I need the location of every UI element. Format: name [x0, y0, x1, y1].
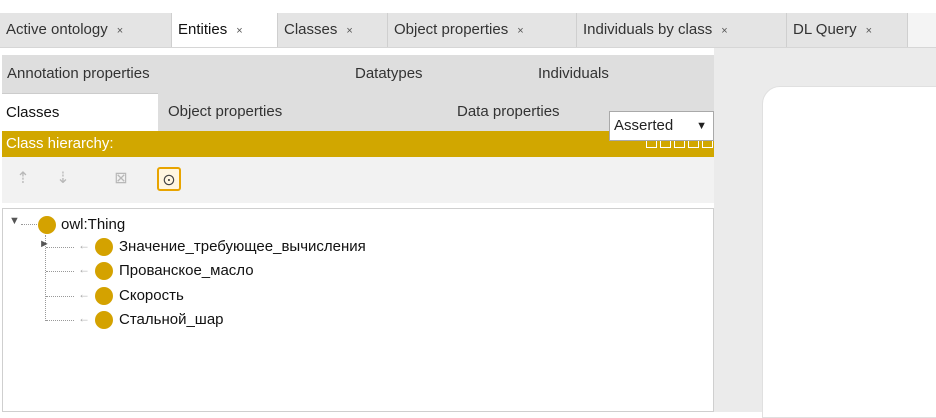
subtab-individuals[interactable]: Individuals: [538, 55, 609, 93]
tree-node[interactable]: Значение_требующее_вычисления: [119, 236, 366, 258]
close-icon[interactable]: ×: [236, 25, 242, 37]
add-subclass-icon[interactable]: ⇡: [11, 167, 35, 191]
tab-label: Classes: [284, 21, 338, 38]
class-icon: [38, 216, 56, 234]
arrow-icon: ←: [78, 238, 90, 252]
class-icon: [95, 311, 113, 329]
tab-active-ontology[interactable]: Active ontology ×: [0, 13, 172, 47]
hierarchy-view-select[interactable]: Asserted ▼: [609, 111, 714, 141]
tree-node[interactable]: Прованское_масло: [119, 260, 254, 282]
tab-dl-query[interactable]: DL Query ×: [787, 13, 908, 47]
add-sibling-class-icon[interactable]: ⇣: [51, 167, 75, 191]
tab-label: Entities: [178, 21, 228, 38]
tab-label: Individuals by class: [583, 21, 713, 38]
class-hierarchy-title: Class hierarchy:: [6, 135, 114, 152]
chevron-down-icon: ▼: [696, 120, 707, 132]
tree-node-root[interactable]: owl:Thing: [61, 214, 125, 236]
tree-connector: [46, 271, 74, 272]
arrow-icon: ←: [78, 287, 90, 301]
class-hierarchy-header: Class hierarchy:: [2, 131, 714, 157]
close-icon[interactable]: ×: [346, 25, 352, 37]
subtab-classes[interactable]: Classes: [2, 93, 158, 131]
entities-left-panel: Annotation properties Datatypes Individu…: [2, 48, 714, 412]
hierarchy-view-value: Asserted: [614, 117, 674, 134]
main-tab-bar: Active ontology × Entities × Classes × Obje…: [0, 13, 936, 48]
close-icon[interactable]: ×: [721, 25, 727, 37]
tab-object-properties[interactable]: Object properties ×: [388, 13, 577, 47]
close-icon[interactable]: ×: [117, 25, 123, 37]
entity-subtabs-row1: Annotation properties Datatypes Individu…: [2, 55, 714, 93]
tree-node[interactable]: Стальной_шар: [119, 309, 224, 331]
subtab-data-properties[interactable]: Data properties: [457, 93, 560, 131]
find-usage-icon[interactable]: ⊙: [157, 167, 181, 191]
tree-connector: [46, 320, 74, 321]
tab-label: Object properties: [394, 21, 509, 38]
description-panel: [762, 86, 936, 418]
subtab-datatypes[interactable]: Datatypes: [355, 55, 423, 93]
close-icon[interactable]: ×: [866, 25, 872, 37]
tab-label: DL Query: [793, 21, 857, 38]
top-strip: [0, 0, 936, 13]
class-icon: [95, 238, 113, 256]
subtab-annotation-properties[interactable]: Annotation properties: [7, 55, 150, 93]
tree-connector: [46, 296, 74, 297]
tab-label: Active ontology: [6, 21, 108, 38]
class-icon: [95, 262, 113, 280]
tab-individuals-by-class[interactable]: Individuals by class ×: [577, 13, 787, 47]
tab-entities[interactable]: Entities ×: [172, 13, 278, 47]
arrow-icon: ←: [78, 311, 90, 325]
entity-subtabs-row2: Classes Object properties Data propertie…: [2, 93, 714, 131]
class-icon: [95, 287, 113, 305]
arrow-icon: ←: [78, 262, 90, 276]
close-icon[interactable]: ×: [517, 25, 523, 37]
tab-classes[interactable]: Classes ×: [278, 13, 388, 47]
expand-triangle-icon[interactable]: ►: [39, 238, 50, 250]
hierarchy-toolbar: ⇡ ⇣ ⊠ ⊙: [2, 157, 714, 203]
class-tree: ▼ owl:Thing ► ← Значение_требующее_вычис…: [2, 208, 714, 412]
subtab-object-properties[interactable]: Object properties: [168, 93, 282, 131]
tree-node[interactable]: Скорость: [119, 285, 184, 307]
collapse-triangle-icon[interactable]: ▼: [9, 215, 20, 227]
tree-connector: [21, 224, 37, 225]
tree-connector: [46, 247, 74, 248]
delete-class-icon[interactable]: ⊠: [109, 167, 133, 191]
